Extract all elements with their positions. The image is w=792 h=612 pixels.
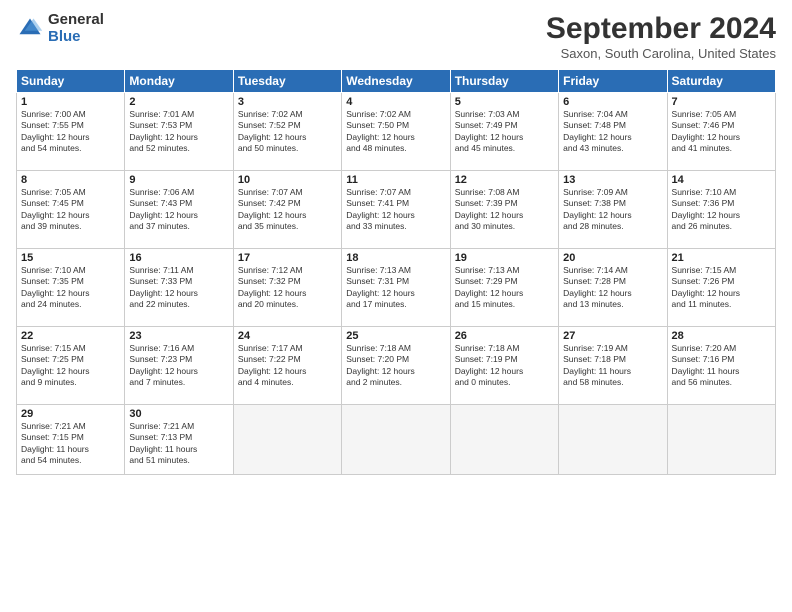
col-monday: Monday [125,70,233,93]
calendar-table: Sunday Monday Tuesday Wednesday Thursday… [16,69,776,475]
day-11: 11 Sunrise: 7:07 AMSunset: 7:41 PMDaylig… [342,171,450,249]
day-8: 8 Sunrise: 7:05 AMSunset: 7:45 PMDayligh… [17,171,125,249]
logo: General Blue [16,12,104,45]
col-thursday: Thursday [450,70,558,93]
day-20: 20 Sunrise: 7:14 AMSunset: 7:28 PMDaylig… [559,249,667,327]
day-empty-3 [450,405,558,475]
day-13: 13 Sunrise: 7:09 AMSunset: 7:38 PMDaylig… [559,171,667,249]
calendar-header-row: Sunday Monday Tuesday Wednesday Thursday… [17,70,776,93]
day-29: 29 Sunrise: 7:21 AMSunset: 7:15 PMDaylig… [17,405,125,475]
logo-text: General Blue [48,12,104,45]
title-block: September 2024 Saxon, South Carolina, Un… [546,12,776,61]
day-21: 21 Sunrise: 7:15 AMSunset: 7:26 PMDaylig… [667,249,775,327]
day-28: 28 Sunrise: 7:20 AMSunset: 7:16 PMDaylig… [667,327,775,405]
page: General Blue September 2024 Saxon, South… [0,0,792,612]
day-27: 27 Sunrise: 7:19 AMSunset: 7:18 PMDaylig… [559,327,667,405]
day-25: 25 Sunrise: 7:18 AMSunset: 7:20 PMDaylig… [342,327,450,405]
day-empty-1 [233,405,341,475]
day-1: 1 Sunrise: 7:00 AMSunset: 7:55 PMDayligh… [17,93,125,171]
day-15: 15 Sunrise: 7:10 AMSunset: 7:35 PMDaylig… [17,249,125,327]
day-empty-4 [559,405,667,475]
day-18: 18 Sunrise: 7:13 AMSunset: 7:31 PMDaylig… [342,249,450,327]
day-30: 30 Sunrise: 7:21 AMSunset: 7:13 PMDaylig… [125,405,233,475]
day-4: 4 Sunrise: 7:02 AMSunset: 7:50 PMDayligh… [342,93,450,171]
day-12: 12 Sunrise: 7:08 AMSunset: 7:39 PMDaylig… [450,171,558,249]
day-16: 16 Sunrise: 7:11 AMSunset: 7:33 PMDaylig… [125,249,233,327]
day-empty-5 [667,405,775,475]
day-23: 23 Sunrise: 7:16 AMSunset: 7:23 PMDaylig… [125,327,233,405]
day-10: 10 Sunrise: 7:07 AMSunset: 7:42 PMDaylig… [233,171,341,249]
col-tuesday: Tuesday [233,70,341,93]
col-wednesday: Wednesday [342,70,450,93]
location: Saxon, South Carolina, United States [546,46,776,61]
table-row: 8 Sunrise: 7:05 AMSunset: 7:45 PMDayligh… [17,171,776,249]
logo-blue: Blue [48,29,104,46]
day-22: 22 Sunrise: 7:15 AMSunset: 7:25 PMDaylig… [17,327,125,405]
day-5: 5 Sunrise: 7:03 AMSunset: 7:49 PMDayligh… [450,93,558,171]
header: General Blue September 2024 Saxon, South… [16,12,776,61]
day-14: 14 Sunrise: 7:10 AMSunset: 7:36 PMDaylig… [667,171,775,249]
day-7: 7 Sunrise: 7:05 AMSunset: 7:46 PMDayligh… [667,93,775,171]
table-row: 15 Sunrise: 7:10 AMSunset: 7:35 PMDaylig… [17,249,776,327]
col-friday: Friday [559,70,667,93]
day-17: 17 Sunrise: 7:12 AMSunset: 7:32 PMDaylig… [233,249,341,327]
day-19: 19 Sunrise: 7:13 AMSunset: 7:29 PMDaylig… [450,249,558,327]
day-6: 6 Sunrise: 7:04 AMSunset: 7:48 PMDayligh… [559,93,667,171]
day-empty-2 [342,405,450,475]
day-9: 9 Sunrise: 7:06 AMSunset: 7:43 PMDayligh… [125,171,233,249]
table-row: 29 Sunrise: 7:21 AMSunset: 7:15 PMDaylig… [17,405,776,475]
col-saturday: Saturday [667,70,775,93]
logo-icon [16,15,44,43]
logo-general: General [48,12,104,29]
day-26: 26 Sunrise: 7:18 AMSunset: 7:19 PMDaylig… [450,327,558,405]
table-row: 1 Sunrise: 7:00 AMSunset: 7:55 PMDayligh… [17,93,776,171]
month-title: September 2024 [546,12,776,46]
day-2: 2 Sunrise: 7:01 AMSunset: 7:53 PMDayligh… [125,93,233,171]
col-sunday: Sunday [17,70,125,93]
day-3: 3 Sunrise: 7:02 AMSunset: 7:52 PMDayligh… [233,93,341,171]
day-24: 24 Sunrise: 7:17 AMSunset: 7:22 PMDaylig… [233,327,341,405]
table-row: 22 Sunrise: 7:15 AMSunset: 7:25 PMDaylig… [17,327,776,405]
